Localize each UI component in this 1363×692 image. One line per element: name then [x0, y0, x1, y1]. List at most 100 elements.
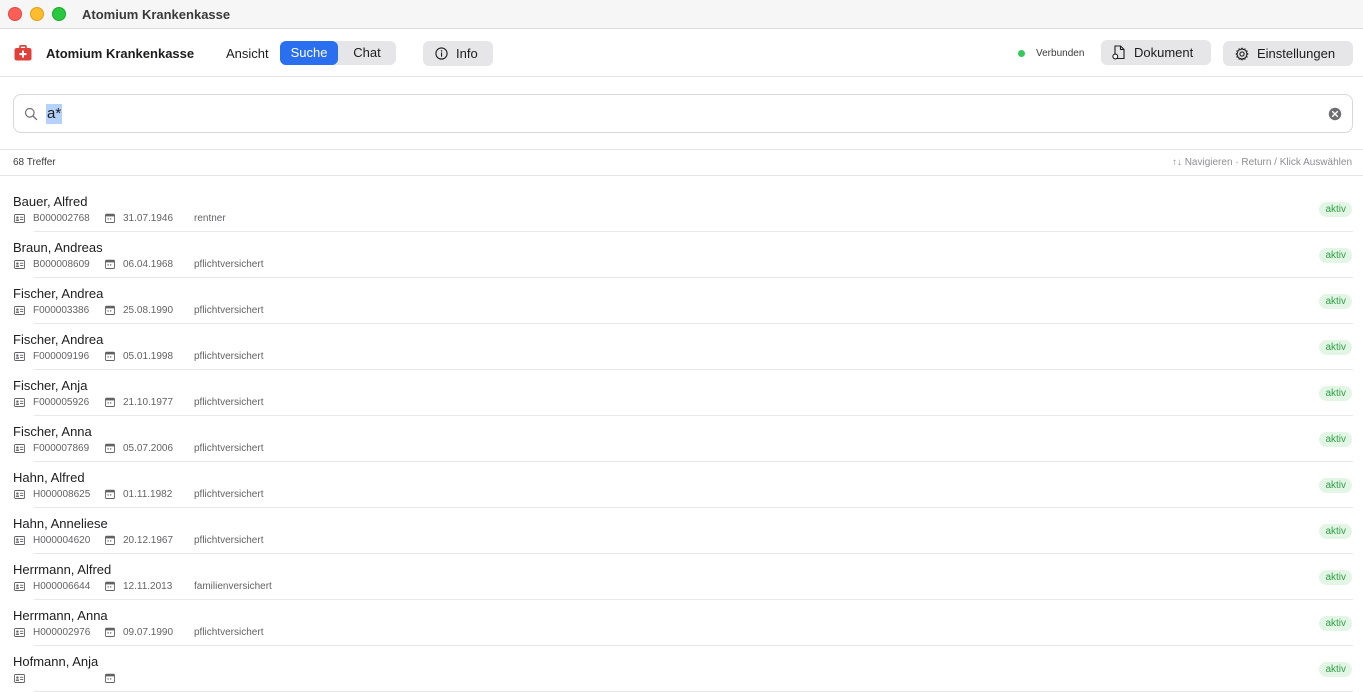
result-row[interactable]: Hahn, Alfred H000008625 01.11.1982 pflic… [0, 462, 1363, 508]
gear-icon [1235, 46, 1249, 61]
member-name: Hahn, Alfred [13, 470, 85, 485]
calendar-icon [105, 535, 115, 545]
member-birthdate: 05.07.2006 [123, 442, 174, 454]
search-field[interactable]: a* [13, 94, 1353, 133]
calendar-icon [105, 397, 115, 407]
status-badge: aktiv [1319, 340, 1352, 355]
result-row[interactable]: Herrmann, Anna H000002976 09.07.1990 pfl… [0, 600, 1363, 646]
member-name: Fischer, Anna [13, 424, 92, 439]
document-icon [1112, 45, 1125, 60]
member-name: Herrmann, Anna [13, 608, 108, 623]
id-card-icon [14, 351, 25, 361]
member-birthdate: 06.04.1968 [123, 258, 174, 270]
clear-search-icon[interactable] [1328, 107, 1342, 121]
calendar-icon [105, 489, 115, 499]
status-badge: aktiv [1319, 202, 1352, 217]
member-meta: F000005926 21.10.1977 pflichtversichert [14, 396, 263, 408]
search-icon [24, 107, 38, 121]
calendar-icon [105, 259, 115, 269]
member-id: H000006644 [33, 580, 91, 592]
member-insurance-type: rentner [194, 212, 226, 224]
member-insurance-type: pflichtversichert [194, 626, 264, 638]
id-card-icon [14, 627, 25, 637]
member-birthdate: 31.07.1946 [123, 212, 174, 224]
member-meta: F000009196 05.01.1998 pflichtversichert [14, 350, 263, 362]
member-name: Hahn, Anneliese [13, 516, 108, 531]
result-row[interactable]: Fischer, Anja F000005926 21.10.1977 pfli… [0, 370, 1363, 416]
keyboard-hint: ↑↓ Navigieren · Return / Klick Auswählen [1171, 157, 1352, 168]
status-badge: aktiv [1319, 524, 1352, 539]
id-card-icon [14, 443, 25, 453]
result-row[interactable]: Hofmann, Anja aktiv [0, 646, 1363, 692]
result-row[interactable]: Herrmann, Alfred H000006644 12.11.2013 f… [0, 554, 1363, 600]
divider [0, 149, 1363, 150]
status-badge: aktiv [1319, 432, 1352, 447]
member-insurance-type: pflichtversichert [194, 534, 264, 546]
result-row[interactable]: Fischer, Anna F000007869 05.07.2006 pfli… [0, 416, 1363, 462]
info-button[interactable]: Info [423, 41, 493, 66]
status-badge: aktiv [1319, 478, 1352, 493]
member-name: Bauer, Alfred [13, 194, 88, 209]
id-card-icon [14, 673, 25, 683]
result-row[interactable]: Braun, Andreas B000008609 06.04.1968 pfl… [0, 232, 1363, 278]
settings-button-label: Einstellungen [1257, 46, 1336, 61]
id-card-icon [14, 259, 25, 269]
member-birthdate: 21.10.1977 [123, 396, 174, 408]
document-button[interactable]: Dokument [1101, 40, 1211, 65]
window-minimize-button[interactable] [30, 7, 44, 21]
member-name: Hofmann, Anja [13, 654, 99, 669]
window-titlebar: Atomium Krankenkasse [0, 0, 1363, 29]
medical-kit-icon [14, 45, 32, 61]
divider [0, 175, 1363, 176]
info-button-label: Info [456, 46, 478, 61]
status-badge: aktiv [1319, 662, 1352, 677]
member-name: Fischer, Andrea [13, 332, 104, 347]
id-card-icon [14, 535, 25, 545]
window-zoom-button[interactable] [52, 7, 66, 21]
window-title: Atomium Krankenkasse [82, 7, 231, 22]
id-card-icon [14, 397, 25, 407]
tab-suche[interactable]: Suche [280, 41, 338, 65]
member-insurance-type: familienversichert [194, 580, 272, 592]
member-insurance-type: pflichtversichert [194, 258, 264, 270]
calendar-icon [105, 443, 115, 453]
member-name: Fischer, Anja [13, 378, 88, 393]
connection-status-dot [1018, 50, 1025, 57]
member-meta: H000008625 01.11.1982 pflichtversichert [14, 488, 263, 500]
status-badge: aktiv [1319, 386, 1352, 401]
member-insurance-type: pflichtversichert [194, 350, 264, 362]
calendar-icon [105, 627, 115, 637]
member-name: Braun, Andreas [13, 240, 103, 255]
calendar-icon [105, 581, 115, 591]
window-close-button[interactable] [8, 7, 22, 21]
status-badge: aktiv [1319, 616, 1352, 631]
member-id: H000008625 [33, 488, 91, 500]
tab-chat[interactable]: Chat [338, 41, 396, 65]
member-id: F000003386 [33, 304, 90, 316]
id-card-icon [14, 305, 25, 315]
calendar-icon [105, 305, 115, 315]
member-birthdate: 20.12.1967 [123, 534, 174, 546]
member-id: F000007869 [33, 442, 90, 454]
status-badge: aktiv [1319, 294, 1352, 309]
member-meta: F000003386 25.08.1990 pflichtversichert [14, 304, 263, 316]
result-row[interactable]: Fischer, Andrea F000003386 25.08.1990 pf… [0, 278, 1363, 324]
member-name: Fischer, Andrea [13, 286, 104, 301]
calendar-icon [105, 351, 115, 361]
connection-status-text: Verbunden [1036, 48, 1085, 59]
member-id: B000002768 [33, 212, 90, 224]
id-card-icon [14, 213, 25, 223]
member-insurance-type: pflichtversichert [194, 442, 264, 454]
info-icon [435, 47, 448, 60]
document-button-label: Dokument [1134, 45, 1194, 60]
member-birthdate: 12.11.2013 [123, 580, 173, 592]
search-input[interactable] [46, 103, 1316, 125]
result-row[interactable]: Fischer, Andrea F000009196 05.01.1998 pf… [0, 324, 1363, 370]
member-id: H000004620 [33, 534, 91, 546]
result-row[interactable]: Hahn, Anneliese H000004620 20.12.1967 pf… [0, 508, 1363, 554]
member-birthdate: 01.11.1982 [123, 488, 173, 500]
result-count: 68 Treffer [13, 157, 56, 168]
result-row[interactable]: Bauer, Alfred B000002768 31.07.1946 rent… [0, 186, 1363, 232]
settings-button[interactable]: Einstellungen [1223, 41, 1353, 66]
calendar-icon [105, 213, 115, 223]
